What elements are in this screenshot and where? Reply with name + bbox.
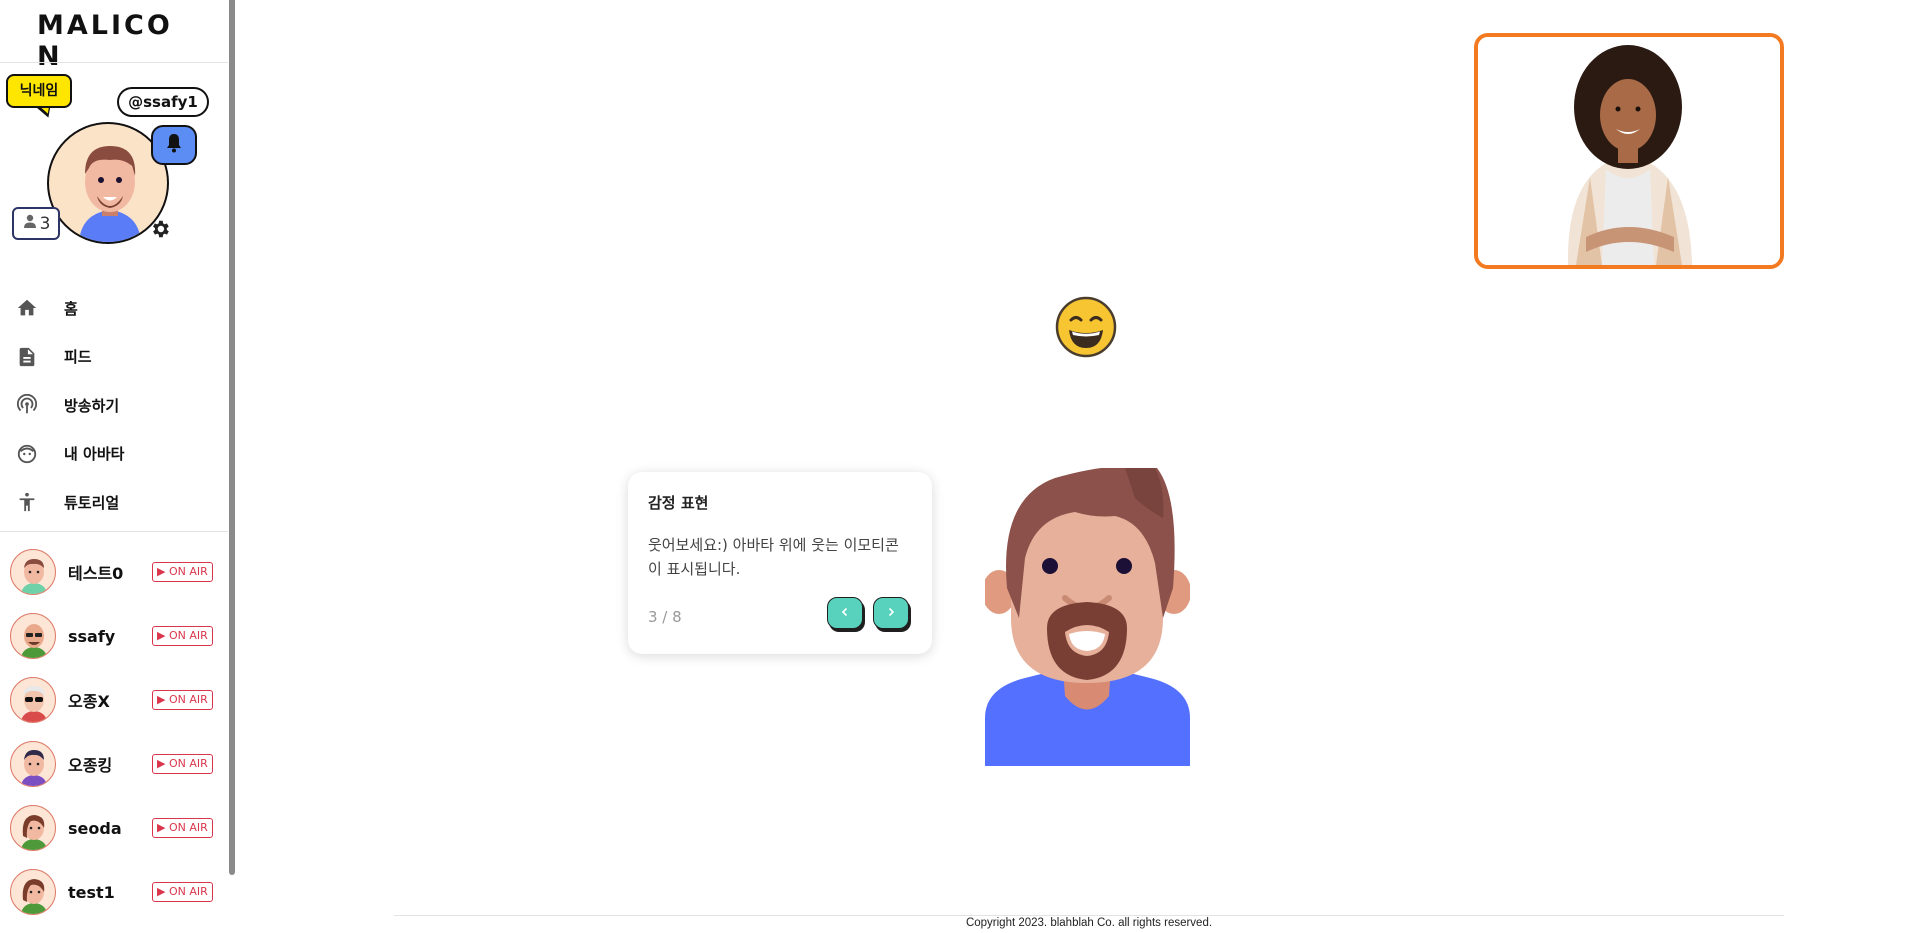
chevron-left-icon <box>840 605 850 621</box>
follower-count[interactable]: 3 <box>12 207 60 240</box>
bell-icon <box>165 133 183 157</box>
next-step-button[interactable] <box>873 597 909 629</box>
logo-letter: A <box>66 10 91 41</box>
grinning-emoji-icon <box>1055 296 1117 358</box>
logo-letter: O <box>146 10 173 41</box>
footer-divider <box>394 915 1784 916</box>
avatar <box>10 549 56 595</box>
list-item[interactable]: 테스트0 ▶ ON AIR <box>0 540 228 604</box>
logo-letter: L <box>90 10 111 41</box>
on-air-badge: ▶ ON AIR <box>152 818 213 838</box>
list-item[interactable]: seoda ▶ ON AIR <box>0 796 228 860</box>
live-user-name: ssafy <box>68 626 116 646</box>
logo-letter: N <box>37 41 63 72</box>
logo-letter: C <box>124 10 147 41</box>
nav-item-feed[interactable]: 피드 <box>0 333 228 382</box>
logo-letter: I <box>111 10 125 41</box>
live-user-name: 오종X <box>68 692 110 711</box>
tutorial-step-indicator: 3 / 8 <box>648 608 682 626</box>
sidebar: MALICO N 닉네임 @ssafy1 3 홈 피드 방송하기 내 아바타 튜토… <box>0 0 229 933</box>
main-nav: 홈 피드 방송하기 내 아바타 튜토리얼 <box>0 284 228 527</box>
avatar <box>10 741 56 787</box>
on-air-badge: ▶ ON AIR <box>152 882 213 902</box>
home-icon <box>14 295 40 321</box>
tutorial-title: 감정 표현 <box>648 494 709 512</box>
avatar <box>10 805 56 851</box>
list-item[interactable]: test1 ▶ ON AIR <box>0 860 228 924</box>
user-avatar-render <box>982 467 1191 766</box>
nickname-badge[interactable]: 닉네임 <box>6 74 72 108</box>
nav-item-tutorial[interactable]: 튜토리얼 <box>0 478 228 527</box>
chevron-right-icon <box>886 605 896 621</box>
nav-label: 튜토리얼 <box>64 493 120 512</box>
on-air-badge: ▶ ON AIR <box>152 626 213 646</box>
accessibility-icon <box>14 489 40 515</box>
divider <box>0 62 228 63</box>
on-air-badge: ▶ ON AIR <box>152 562 213 582</box>
avatar <box>10 677 56 723</box>
nav-label: 방송하기 <box>64 396 120 415</box>
nav-label: 내 아바타 <box>64 445 125 464</box>
live-user-name: seoda <box>68 818 122 838</box>
live-user-list: 테스트0 ▶ ON AIR ssafy ▶ ON AIR 오종X ▶ ON AI… <box>0 540 228 924</box>
list-item[interactable]: ssafy ▶ ON AIR <box>0 604 228 668</box>
document-icon <box>14 344 40 370</box>
nav-item-broadcast[interactable]: 방송하기 <box>0 381 228 430</box>
person-icon <box>22 213 38 234</box>
prev-step-button[interactable] <box>827 597 863 629</box>
notification-button[interactable] <box>151 125 197 165</box>
divider <box>0 531 228 532</box>
live-user-name: 오종킹 <box>68 756 113 775</box>
logo-letter: M <box>37 10 67 41</box>
gear-icon[interactable] <box>149 218 171 240</box>
on-air-badge: ▶ ON AIR <box>152 754 213 774</box>
user-handle: @ssafy1 <box>117 87 209 117</box>
nav-label: 피드 <box>64 348 92 367</box>
on-air-badge: ▶ ON AIR <box>152 690 213 710</box>
nav-item-home[interactable]: 홈 <box>0 284 228 333</box>
app-logo[interactable]: MALICO N <box>37 10 187 72</box>
sidebar-scrollbar-thumb[interactable] <box>229 0 235 875</box>
broadcast-icon <box>14 392 40 418</box>
face-icon <box>14 441 40 467</box>
follower-count-value: 3 <box>39 213 51 234</box>
live-user-name: 테스트0 <box>68 564 124 583</box>
nav-label: 홈 <box>64 299 78 318</box>
list-item[interactable]: 오종X ▶ ON AIR <box>0 668 228 732</box>
footer-copyright: Copyright 2023. blahblah Co. all rights … <box>965 917 1213 929</box>
list-item[interactable]: 오종킹 ▶ ON AIR <box>0 732 228 796</box>
avatar <box>10 869 56 915</box>
webcam-preview <box>1474 33 1784 269</box>
nav-item-my-avatar[interactable]: 내 아바타 <box>0 430 228 479</box>
avatar <box>10 613 56 659</box>
tutorial-body: 웃어보세요:) 아바타 위에 웃는 이모티콘이 표시됩니다. <box>648 536 899 578</box>
live-user-name: test1 <box>68 882 115 902</box>
tutorial-card: 감정 표현 웃어보세요:) 아바타 위에 웃는 이모티콘이 표시됩니다. 3 /… <box>628 472 932 654</box>
